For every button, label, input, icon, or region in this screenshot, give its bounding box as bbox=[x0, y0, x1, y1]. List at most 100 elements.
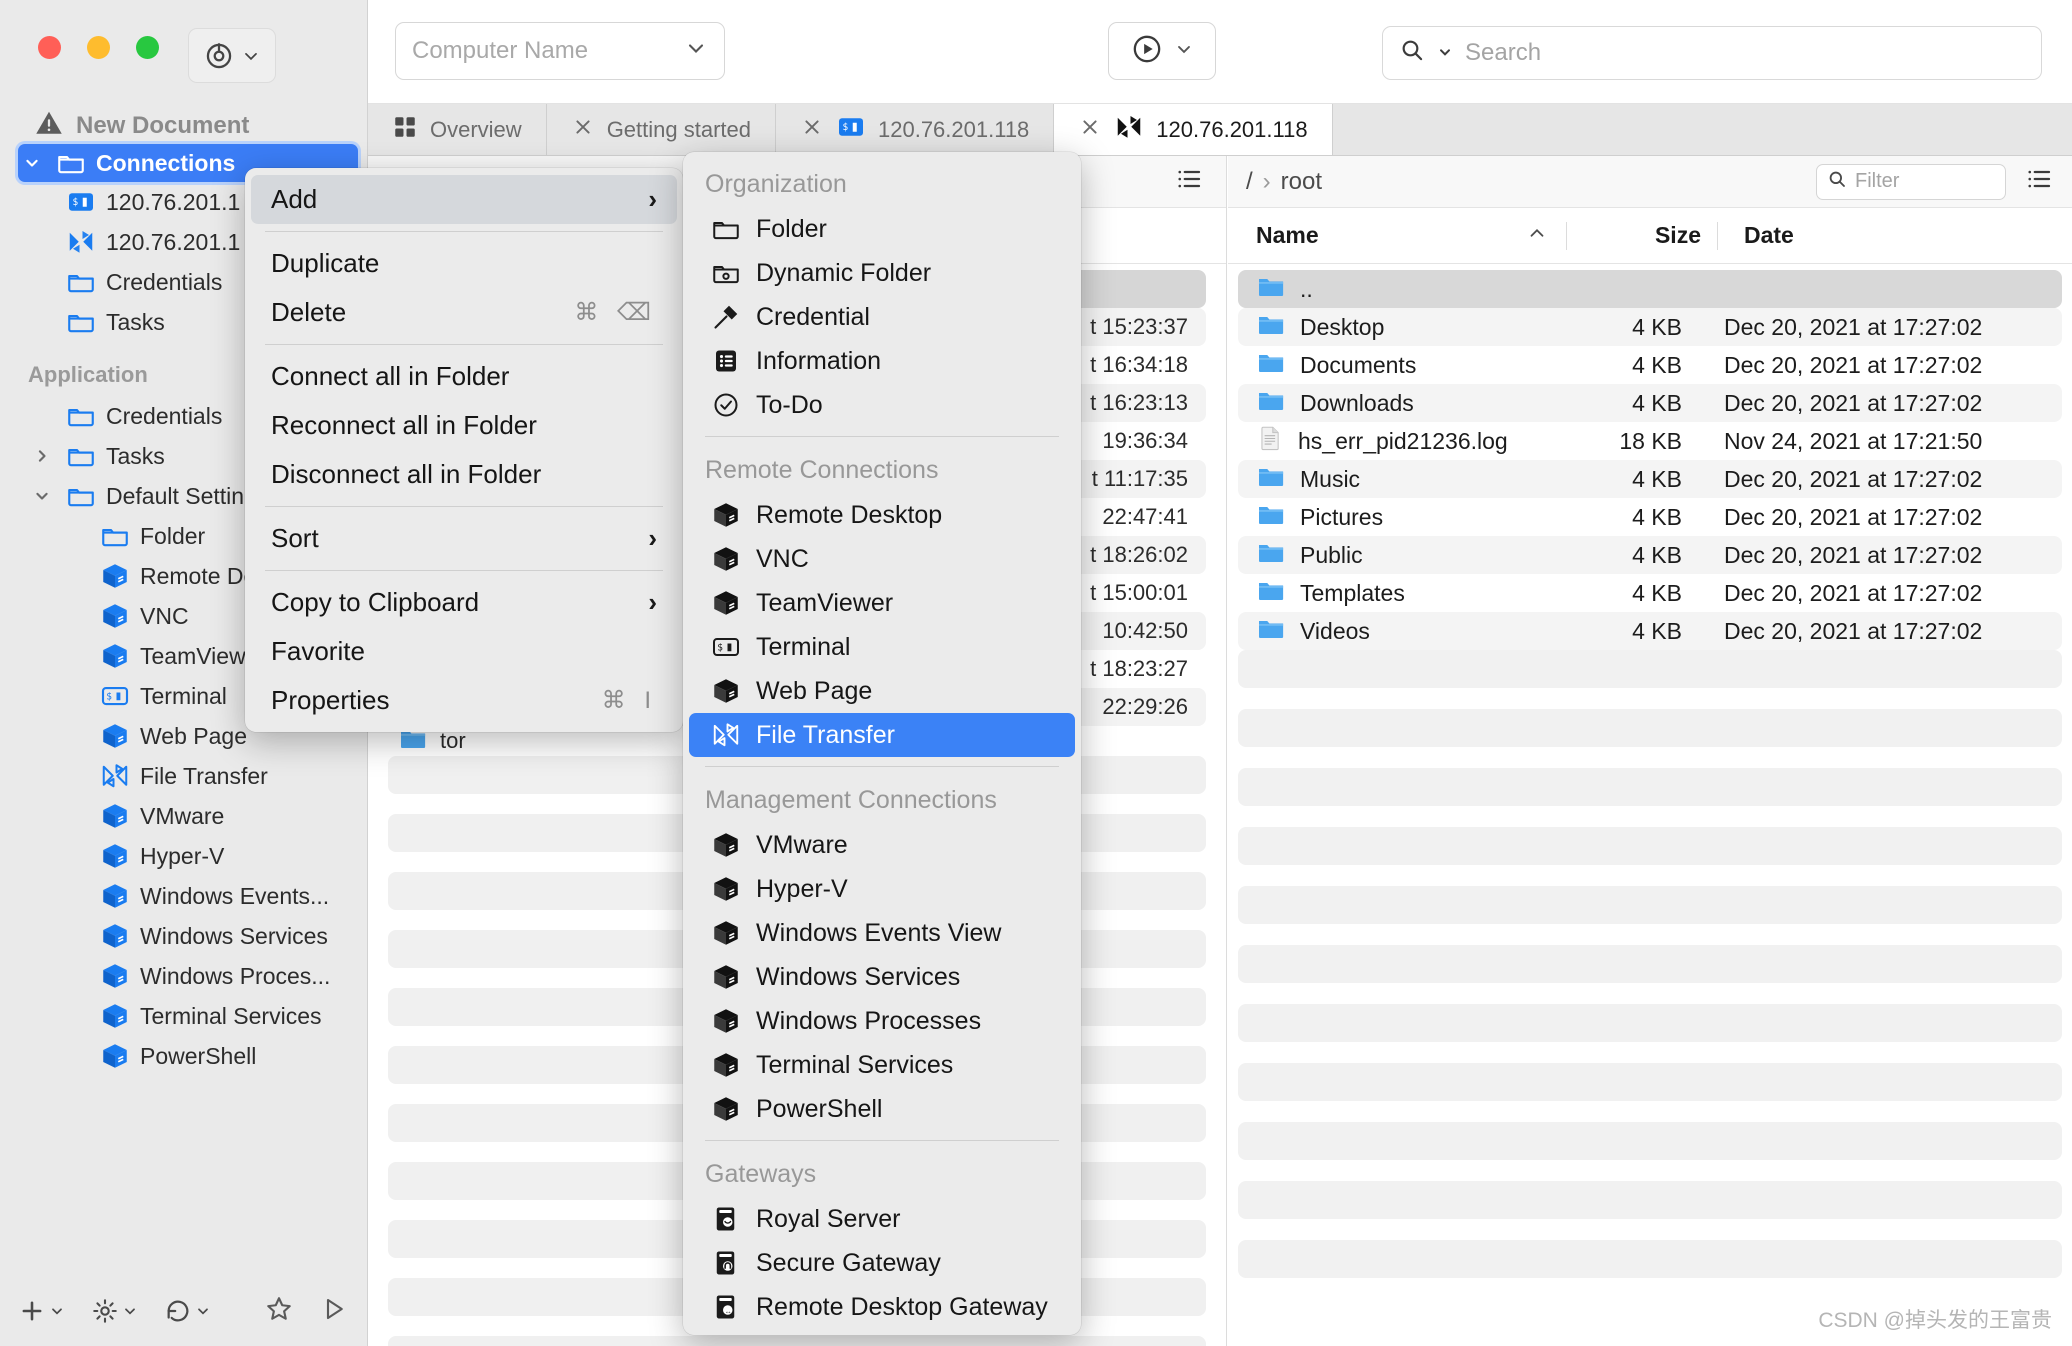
chevron-down-icon bbox=[1437, 39, 1453, 67]
refresh-dropdown-button[interactable] bbox=[188, 28, 276, 83]
submenu-item-label: Terminal Services bbox=[756, 1051, 953, 1080]
sidebar-item-terminal-services[interactable]: Terminal Services bbox=[0, 996, 368, 1036]
cube-icon bbox=[711, 874, 741, 904]
play-icon[interactable] bbox=[318, 1294, 348, 1329]
submenu-item-remote-desktop[interactable]: Remote Desktop bbox=[689, 493, 1075, 537]
tab-2[interactable]: $120.76.201.118 bbox=[776, 104, 1054, 155]
submenu-item-to-do[interactable]: To-Do bbox=[689, 383, 1075, 427]
breadcrumb-path[interactable]: root bbox=[1281, 168, 1322, 196]
menu-item-connect-all-in-folder[interactable]: Connect all in Folder bbox=[251, 352, 677, 401]
favorite-star-icon[interactable] bbox=[264, 1294, 294, 1329]
submenu-item-windows-services[interactable]: Windows Services bbox=[689, 955, 1075, 999]
submenu-item-dynamic-folder[interactable]: Dynamic Folder bbox=[689, 251, 1075, 295]
menu-item-reconnect-all-in-folder[interactable]: Reconnect all in Folder bbox=[251, 401, 677, 450]
add-button[interactable] bbox=[18, 1297, 65, 1325]
table-row[interactable]: Documents 4 KB Dec 20, 2021 at 17:27:02 bbox=[1238, 346, 2062, 384]
sidebar-item-hyper-v[interactable]: Hyper-V bbox=[0, 836, 368, 876]
submenu-section-header: Management Connections bbox=[683, 776, 1081, 823]
table-row[interactable]: Videos 4 KB Dec 20, 2021 at 17:27:02 bbox=[1238, 612, 2062, 650]
close-icon[interactable] bbox=[571, 115, 595, 145]
submenu-item-web-page[interactable]: Web Page bbox=[689, 669, 1075, 713]
column-header-name[interactable]: Name bbox=[1256, 222, 1566, 249]
submenu-item-file-transfer[interactable]: File Transfer bbox=[689, 713, 1075, 757]
sidebar-item-windows-services[interactable]: Windows Services bbox=[0, 916, 368, 956]
submenu-item-folder[interactable]: Folder bbox=[689, 207, 1075, 251]
menu-item-add[interactable]: Add › bbox=[251, 175, 677, 224]
column-header-date[interactable]: Date bbox=[1718, 222, 2072, 249]
tab-1[interactable]: Getting started bbox=[547, 104, 776, 155]
settings-button[interactable] bbox=[91, 1297, 138, 1325]
table-row[interactable]: Templates 4 KB Dec 20, 2021 at 17:27:02 bbox=[1238, 574, 2062, 612]
close-icon[interactable] bbox=[1078, 115, 1102, 145]
submenu-item-vnc[interactable]: VNC bbox=[689, 537, 1075, 581]
submenu-item-label: Windows Services bbox=[756, 963, 960, 992]
tab-label: 120.76.201.118 bbox=[878, 117, 1029, 143]
minimize-window-button[interactable] bbox=[87, 36, 110, 59]
menu-item-copy-to-clipboard[interactable]: Copy to Clipboard › bbox=[251, 578, 677, 627]
menu-item-disconnect-all-in-folder[interactable]: Disconnect all in Folder bbox=[251, 450, 677, 499]
sidebar-item-windows-events[interactable]: Windows Events... bbox=[0, 876, 368, 916]
submenu-item-credential[interactable]: Credential bbox=[689, 295, 1075, 339]
menu-item-delete[interactable]: Delete ⌘ ⌫ bbox=[251, 288, 677, 337]
table-row[interactable]: Downloads 4 KB Dec 20, 2021 at 17:27:02 bbox=[1238, 384, 2062, 422]
table-row[interactable]: Pictures 4 KB Dec 20, 2021 at 17:27:02 bbox=[1238, 498, 2062, 536]
search-input[interactable]: Search bbox=[1382, 26, 2042, 80]
key-icon bbox=[711, 302, 741, 332]
submenu-item-teamviewer[interactable]: TeamViewer bbox=[689, 581, 1075, 625]
filter-input[interactable]: Filter bbox=[1816, 164, 2006, 200]
column-header-size[interactable]: Size bbox=[1567, 222, 1717, 249]
table-row[interactable]: Music 4 KB Dec 20, 2021 at 17:27:02 bbox=[1238, 460, 2062, 498]
sidebar-item-powershell[interactable]: PowerShell bbox=[0, 1036, 368, 1076]
twisty-icon[interactable] bbox=[28, 446, 56, 466]
sidebar-item-windows-proces[interactable]: Windows Proces... bbox=[0, 956, 368, 996]
twisty-icon[interactable] bbox=[28, 486, 56, 506]
list-icon[interactable] bbox=[1174, 164, 1204, 199]
table-row[interactable]: Public 4 KB Dec 20, 2021 at 17:27:02 bbox=[1238, 536, 2062, 574]
submenu-item-windows-events-view[interactable]: Windows Events View bbox=[689, 911, 1075, 955]
file-date: Dec 20, 2021 at 17:27:02 bbox=[1698, 618, 2062, 645]
submenu-item-royal-server[interactable]: Royal Server bbox=[689, 1197, 1075, 1241]
placeholder-row bbox=[1238, 709, 2062, 747]
submenu-item-secure-gateway[interactable]: Secure Gateway bbox=[689, 1241, 1075, 1285]
tab-0[interactable]: Overview bbox=[368, 104, 547, 155]
connect-dropdown-button[interactable] bbox=[1108, 22, 1216, 80]
menu-item-properties[interactable]: Properties ⌘ I bbox=[251, 676, 677, 725]
submenu-item-label: Dynamic Folder bbox=[756, 259, 931, 288]
file-name: Videos bbox=[1300, 618, 1370, 645]
file-name: .. bbox=[1300, 276, 1313, 303]
close-icon[interactable] bbox=[800, 115, 824, 145]
submenu-item-vmware[interactable]: VMware bbox=[689, 823, 1075, 867]
submenu-item-windows-processes[interactable]: Windows Processes bbox=[689, 999, 1075, 1043]
submenu-item-information[interactable]: Information bbox=[689, 339, 1075, 383]
file-date: Dec 20, 2021 at 17:27:02 bbox=[1698, 390, 2062, 417]
computer-name-input[interactable]: Computer Name bbox=[395, 22, 725, 80]
submenu-item-terminal-services[interactable]: Terminal Services bbox=[689, 1043, 1075, 1087]
chevron-down-icon bbox=[241, 46, 261, 66]
breadcrumb[interactable]: / › root bbox=[1246, 168, 1322, 196]
file-date: Dec 20, 2021 at 17:27:02 bbox=[1698, 580, 2062, 607]
submenu-item-terminal[interactable]: $ Terminal bbox=[689, 625, 1075, 669]
file-name-cell: Downloads bbox=[1238, 385, 1548, 421]
submenu-item-powershell[interactable]: PowerShell bbox=[689, 1087, 1075, 1131]
table-row[interactable]: .. bbox=[1238, 270, 2062, 308]
history-button[interactable] bbox=[164, 1297, 211, 1325]
close-window-button[interactable] bbox=[38, 36, 61, 59]
submenu-item-remote-desktop-gateway[interactable]: ↔ Remote Desktop Gateway bbox=[689, 1285, 1075, 1329]
twisty-icon[interactable] bbox=[18, 153, 46, 173]
table-row[interactable]: Desktop 4 KB Dec 20, 2021 at 17:27:02 bbox=[1238, 308, 2062, 346]
menu-item-sort[interactable]: Sort › bbox=[251, 514, 677, 563]
menu-item-favorite[interactable]: Favorite bbox=[251, 627, 677, 676]
menu-item-duplicate[interactable]: Duplicate bbox=[251, 239, 677, 288]
sidebar-item-vmware[interactable]: VMware bbox=[0, 796, 368, 836]
chevron-down-icon[interactable] bbox=[684, 36, 708, 67]
breadcrumb-root[interactable]: / bbox=[1246, 168, 1253, 196]
file-name: Downloads bbox=[1300, 390, 1414, 417]
tab-3[interactable]: 120.76.201.118 bbox=[1054, 104, 1332, 155]
file-size: 4 KB bbox=[1548, 352, 1698, 379]
list-icon[interactable] bbox=[2024, 164, 2054, 199]
zoom-window-button[interactable] bbox=[136, 36, 159, 59]
table-row[interactable]: hs_err_pid21236.log 18 KB Nov 24, 2021 a… bbox=[1238, 422, 2062, 460]
file-date: Dec 20, 2021 at 17:27:02 bbox=[1698, 314, 2062, 341]
sidebar-item-file-transfer[interactable]: File Transfer bbox=[0, 756, 368, 796]
submenu-item-hyper-v[interactable]: Hyper-V bbox=[689, 867, 1075, 911]
